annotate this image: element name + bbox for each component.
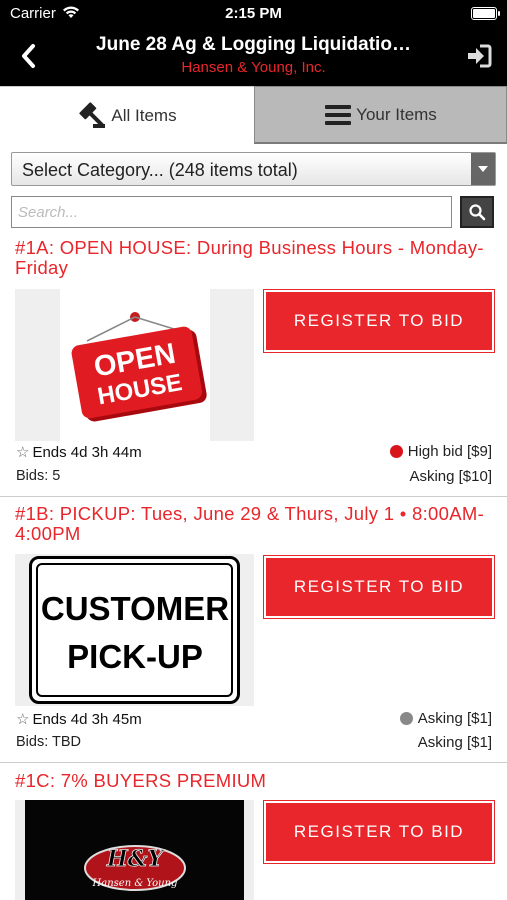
status-dot-icon [399, 712, 413, 725]
lot-ends-text: Ends 4d 3h 44m [32, 443, 142, 461]
category-select[interactable]: Select Category... (248 items total) [11, 152, 496, 186]
status-dot-icon [389, 445, 403, 458]
lot-bid-status-text: Asking [$1] [417, 710, 492, 727]
divider [0, 496, 507, 497]
status-bar: Carrier 2:15 PM [0, 0, 507, 28]
lot-title[interactable]: #1A: OPEN HOUSE: During Business Hours -… [15, 238, 495, 278]
lot-ends: ☆ Ends 4d 3h 45m [16, 710, 142, 729]
tab-bar: All Items Your Items [0, 86, 507, 144]
dropdown-arrow-icon [471, 153, 495, 185]
search-input[interactable] [11, 196, 452, 228]
search-icon [469, 204, 486, 221]
tab-your-items-label: Your Items [356, 104, 437, 124]
lot-bid-status-text: High bid [$9] [407, 443, 492, 460]
register-to-bid-button[interactable]: REGISTER TO BID [263, 800, 495, 864]
category-select-value: Select Category... (248 items total) [22, 160, 298, 180]
tab-all-items[interactable]: All Items [0, 86, 254, 144]
nav-header: June 28 Ag & Logging Liquidatio… Hansen … [0, 28, 507, 86]
lot-ends-text: Ends 4d 3h 45m [32, 710, 142, 728]
lot-image-customer-pickup[interactable]: CUSTOMER PICK-UP [15, 554, 254, 706]
auction-company: Hansen & Young, Inc. [181, 59, 326, 76]
tab-your-items[interactable]: Your Items [254, 86, 507, 144]
lot-image-open-house[interactable]: OPEN HOUSE [15, 289, 254, 441]
lot-bid-status: High bid [$9] [389, 443, 492, 460]
sign-in-icon [468, 44, 492, 68]
lot-asking: Asking [$10] [409, 468, 492, 485]
lot-title[interactable]: #1C: 7% BUYERS PREMIUM [15, 771, 495, 791]
register-to-bid-button[interactable]: REGISTER TO BID [263, 555, 495, 619]
battery-icon [471, 7, 500, 20]
divider [0, 762, 507, 763]
lot-ends: ☆ Ends 4d 3h 44m [16, 443, 142, 462]
search-button[interactable] [460, 196, 494, 228]
back-button[interactable] [14, 38, 44, 74]
hy-logo-text: H&Y [106, 846, 166, 872]
lot-image-hansen-young[interactable]: H&Y Hansen & Young [15, 800, 254, 900]
clock: 2:15 PM [225, 5, 282, 22]
auction-title: June 28 Ag & Logging Liquidatio… [96, 34, 411, 55]
lot-bids: Bids: 5 [16, 468, 61, 484]
tab-all-items-label: All Items [111, 105, 177, 125]
register-to-bid-button[interactable]: REGISTER TO BID [263, 289, 495, 353]
star-icon[interactable]: ☆ [16, 443, 29, 461]
login-button[interactable] [465, 42, 493, 70]
pickup-sign-line1: CUSTOMER [41, 590, 229, 627]
list-icon [325, 104, 352, 125]
chevron-left-icon [22, 44, 35, 68]
star-icon[interactable]: ☆ [16, 710, 29, 728]
lot-title[interactable]: #1B: PICKUP: Tues, June 29 & Thurs, July… [15, 504, 495, 544]
lot-bids: Bids: TBD [16, 734, 82, 750]
gavel-icon [79, 101, 106, 128]
lot-asking: Asking [$1] [417, 734, 492, 751]
hy-logo-subtext: Hansen & Young [92, 878, 178, 889]
lot-bid-status: Asking [$1] [399, 710, 492, 727]
pickup-sign-line2: PICK-UP [67, 638, 203, 675]
